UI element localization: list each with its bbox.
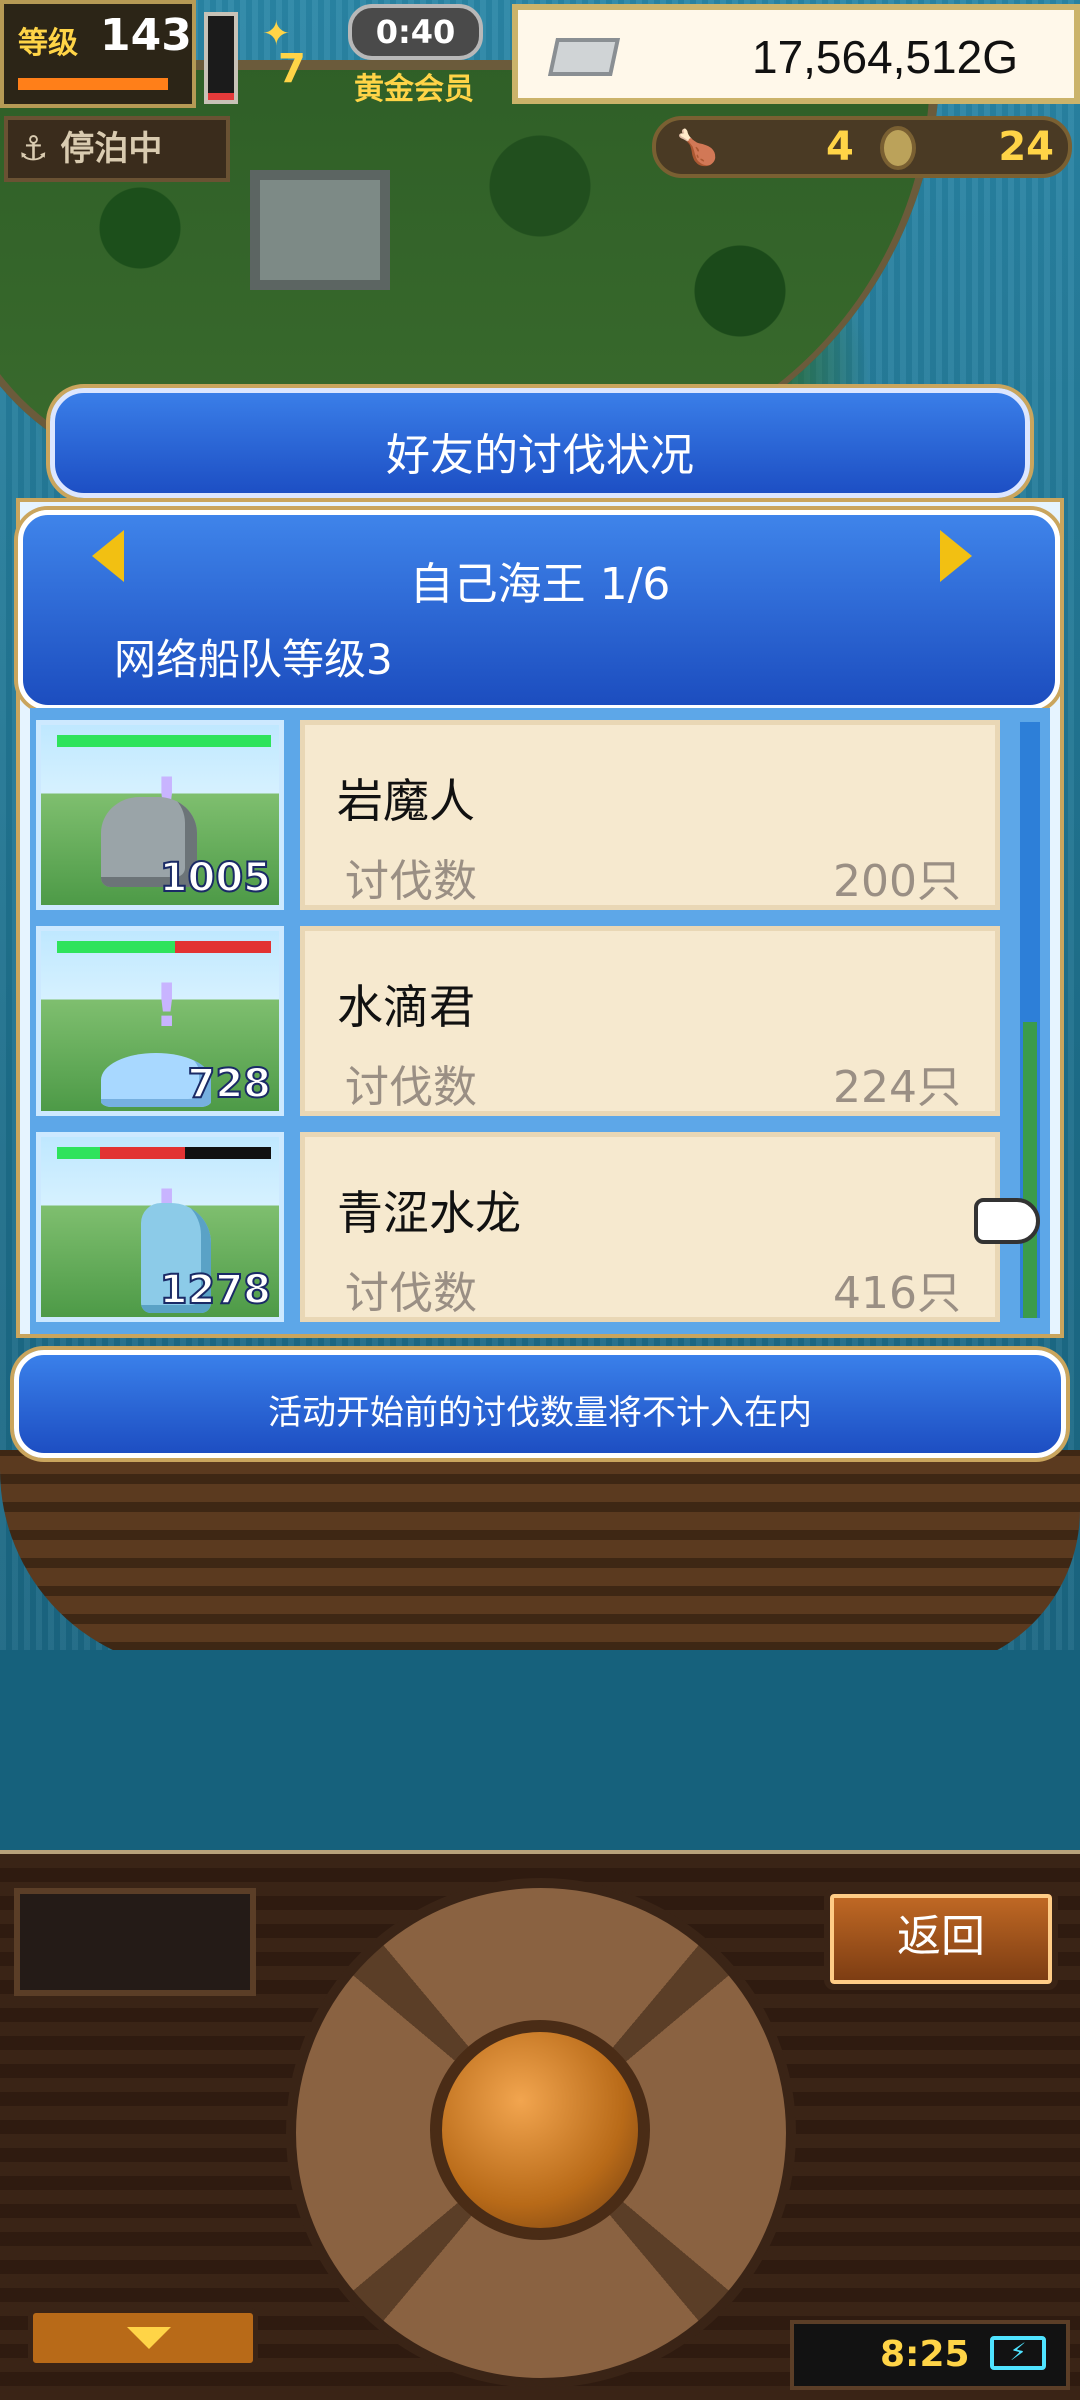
kill-count-label: 讨伐数: [345, 856, 477, 907]
status-text: 停泊中: [60, 129, 163, 169]
monster-card: 水滴君 讨伐数 224只: [300, 926, 1000, 1116]
back-button[interactable]: 返回: [824, 1888, 1058, 1990]
monster-hp-bar: [57, 941, 271, 953]
kill-count-value: 200只: [833, 856, 961, 907]
food-icon: 🍗: [676, 128, 719, 168]
resource-a-value: 4: [826, 124, 854, 170]
stamina-value: 7: [278, 46, 306, 92]
level-value: 143: [100, 10, 192, 61]
hp-gauge: [204, 12, 238, 104]
friend-header-title: 自己海王 1/6: [409, 559, 671, 610]
money-panel: 17,564,512G: [512, 4, 1080, 104]
monster-level: 1005: [159, 854, 272, 902]
kill-count-value: 224只: [833, 1062, 961, 1113]
list-item[interactable]: ! 728 水滴君 讨伐数 224只: [30, 920, 1020, 1118]
level-label: 等级: [18, 26, 78, 61]
monster-thumbnail: ! 1005: [36, 720, 284, 910]
monster-thumbnail: ! 728: [36, 926, 284, 1116]
kill-count-label: 讨伐数: [345, 1062, 477, 1113]
monster-name: 水滴君: [337, 980, 475, 1034]
money-value: 17,564,512G: [751, 31, 1018, 83]
resources-panel: 🍗 4 24: [652, 116, 1072, 178]
level-panel: 等级 143: [0, 0, 196, 108]
clock-time: 8:25: [880, 2334, 970, 2375]
battery-icon: ⚡: [990, 2336, 1046, 2370]
monster-card: 岩魔人 讨伐数 200只: [300, 720, 1000, 910]
timer: 0:40: [348, 4, 483, 60]
kill-count-value: 416只: [833, 1268, 961, 1319]
clock-panel: 8:25 ⚡: [790, 2320, 1070, 2390]
dialog-title: 好友的讨伐状况: [386, 430, 694, 481]
hand-pointer-icon: [974, 1198, 1040, 1244]
monster-thumbnail: ! 1278: [36, 1132, 284, 1322]
dialog-title-bar: 好友的讨伐状况: [50, 388, 1030, 498]
monster-name: 青涩水龙: [337, 1186, 521, 1240]
alert-icon: !: [153, 971, 181, 1041]
collapse-button[interactable]: [28, 2308, 258, 2368]
mini-screen: [14, 1888, 256, 1996]
sea: [0, 1650, 1080, 1850]
silver-bar-icon: [547, 38, 621, 76]
fleet-level-text: 网络船队等级3: [114, 635, 393, 684]
monster-level: 728: [187, 1060, 272, 1108]
info-note-text: 活动开始前的讨伐数量将不计入在内: [268, 1393, 812, 1433]
info-note: 活动开始前的讨伐数量将不计入在内: [14, 1350, 1066, 1458]
level-progress-bar: [18, 78, 168, 90]
monster-hp-bar: [57, 1147, 271, 1159]
coin-icon: [880, 126, 916, 170]
anchor-icon: ⚓: [18, 129, 49, 169]
chevron-down-icon: [127, 2327, 171, 2349]
dpad-center-button[interactable]: [430, 2020, 650, 2240]
stamina-panel: ✦ 7: [258, 10, 348, 100]
monster-hp-bar: [57, 735, 271, 747]
player-ship-deck: [0, 1450, 1080, 1670]
resource-b-value: 24: [998, 124, 1054, 170]
list-item[interactable]: ! 1005 岩魔人 讨伐数 200只: [30, 714, 1020, 912]
monster-level: 1278: [159, 1266, 272, 1314]
monster-name: 岩魔人: [337, 774, 475, 828]
status-docked: ⚓ 停泊中: [4, 116, 230, 182]
stone-ruins: [250, 170, 390, 290]
list-item[interactable]: ! 1278 青涩水龙 讨伐数 416只: [30, 1126, 1020, 1324]
kill-count-label: 讨伐数: [345, 1268, 477, 1319]
monster-card: 青涩水龙 讨伐数 416只: [300, 1132, 1000, 1322]
membership-label: 黄金会员: [354, 72, 474, 107]
scrollbar-thumb[interactable]: [1023, 1022, 1037, 1318]
